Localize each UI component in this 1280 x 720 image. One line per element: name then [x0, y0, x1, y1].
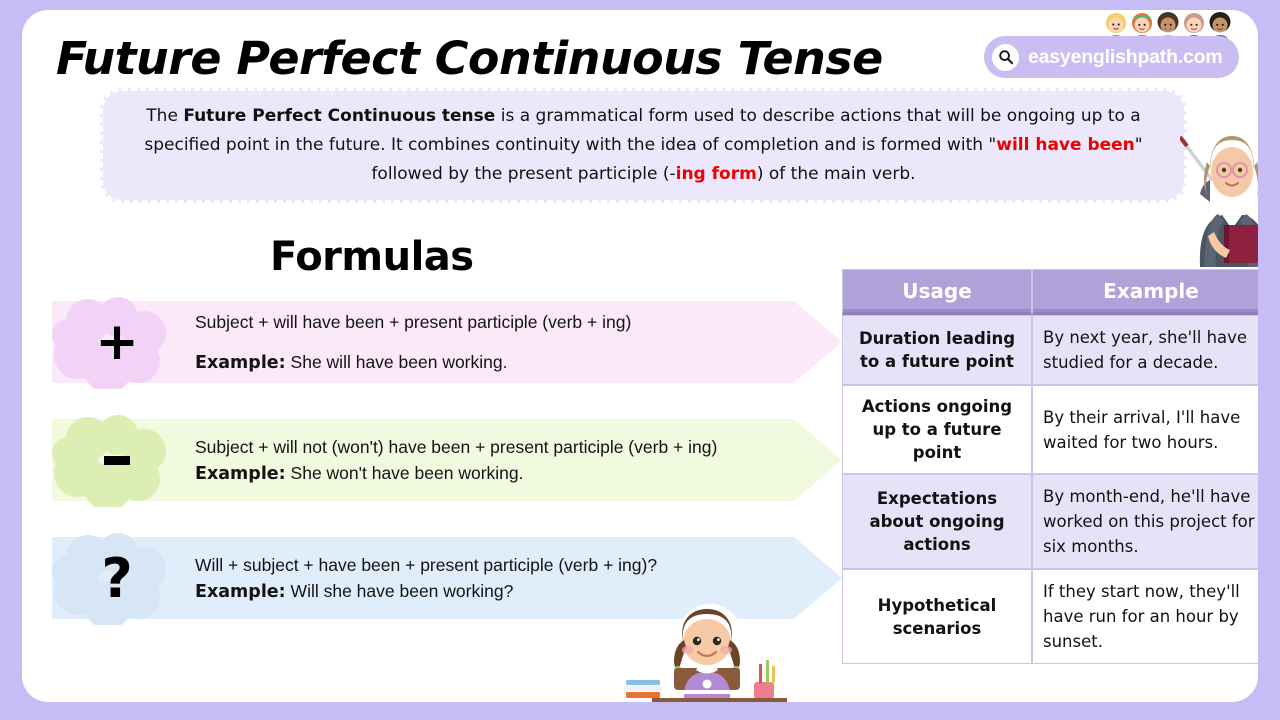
table-header-usage: Usage [842, 269, 1032, 315]
table-cell-usage: Actions ongoing up to a future point [842, 385, 1032, 474]
formulas-heading: Formulas [270, 234, 474, 280]
table-cell-usage: Hypothetical scenarios [842, 569, 1032, 664]
formula-body-negative: Subject + will not (won't) have been + p… [195, 419, 830, 501]
search-icon [992, 43, 1019, 71]
formula-symbol-question: ? [101, 546, 133, 610]
example-text-negative: She won't have been working. [285, 462, 524, 483]
formula-example-question: Example: Will she have been working? [195, 579, 830, 604]
example-text-positive: She will have been working. [285, 351, 508, 372]
page-root: Future Perfect Continuous Tense easyengl… [0, 0, 1280, 720]
table-cell-example: By month-end, he'll have worked on this … [1032, 474, 1258, 569]
main-card: Future Perfect Continuous Tense easyengl… [22, 10, 1258, 702]
page-title: Future Perfect Continuous Tense [56, 32, 883, 85]
desc-highlight-will-have-been: will have been [996, 135, 1135, 155]
description-box: The Future Perfect Continuous tense is a… [100, 88, 1187, 203]
teacher-with-pointer-illustration [1178, 122, 1258, 267]
table-cell-usage: Duration leading to a future point [842, 315, 1032, 385]
description-text: The Future Perfect Continuous tense is a… [134, 102, 1154, 189]
desc-part-1: The [146, 106, 184, 126]
brand-badge[interactable]: easyenglishpath.com [984, 36, 1239, 78]
table-header-row: Usage Example [842, 269, 1258, 315]
formula-example-negative: Example: She won't have been working. [195, 461, 830, 486]
example-label-negative: Example: [195, 463, 286, 484]
brand-name: easyenglishpath.com [1028, 45, 1223, 68]
table-cell-example: If they start now, they'll have run for … [1032, 569, 1258, 664]
table-row: Expectations about ongoing actions By mo… [842, 474, 1258, 569]
formula-structure-question: Will + subject + have been + present par… [195, 554, 658, 575]
formula-structure-positive: Subject + will have been + present parti… [195, 311, 632, 332]
example-label-positive: Example: [195, 352, 286, 373]
formula-symbol-positive: + [95, 312, 139, 372]
formula-symbol-negative [52, 413, 182, 507]
table-cell-usage: Expectations about ongoing actions [842, 474, 1032, 569]
table-header-example: Example [1032, 269, 1258, 315]
table-cell-example: By their arrival, I'll have waited for t… [1032, 385, 1258, 474]
table-cell-example: By next year, she'll have studied for a … [1032, 315, 1258, 385]
desc-bold-term: Future Perfect Continuous tense [183, 106, 496, 126]
desc-part-4: ) of the main verb. [756, 164, 916, 184]
formula-body-positive: Subject + will have been + present parti… [195, 301, 830, 383]
formula-example-positive: Example: She will have been working. [195, 350, 830, 375]
table-row: Actions ongoing up to a future point By … [842, 385, 1258, 474]
table-row: Duration leading to a future point By ne… [842, 315, 1258, 385]
example-text-question: Will she have been working? [285, 580, 514, 601]
usage-example-table: Usage Example Duration leading to a futu… [842, 269, 1258, 701]
girl-studying-at-desk-illustration [622, 602, 792, 702]
formula-structure-negative: Subject + will not (won't) have been + p… [195, 436, 718, 457]
example-label-question: Example: [195, 581, 286, 602]
desc-highlight-ing-form: ing form [675, 164, 757, 184]
table-row: Hypothetical scenarios If they start now… [842, 569, 1258, 664]
